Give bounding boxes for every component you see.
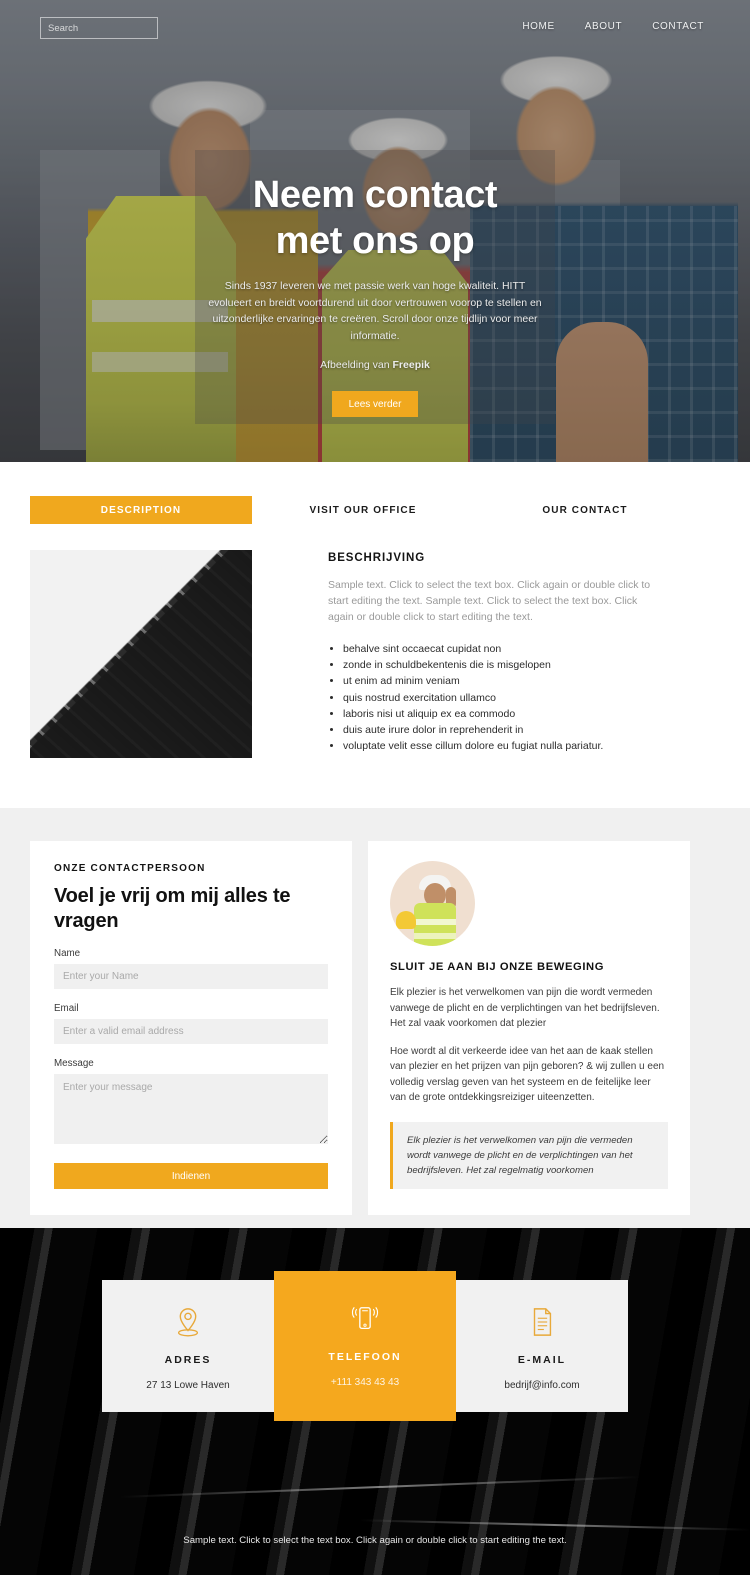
contact-form-card: ONZE CONTACTPERSOON Voel je vrij om mij …	[30, 841, 352, 1215]
contact-card-value: 27 13 Lowe Haven	[146, 1380, 230, 1391]
contact-card-email[interactable]: E-MAIL bedrijf@info.com	[456, 1280, 628, 1412]
email-field-group: Email	[54, 1003, 328, 1044]
contact-card-title: ADRES	[164, 1354, 212, 1366]
movement-card: SLUIT JE AAN BIJ ONZE BEWEGING Elk plezi…	[368, 841, 690, 1215]
vest-stripe	[414, 933, 456, 939]
contact-info-cards: ADRES 27 13 Lowe Haven TELEFOON +111 343…	[102, 1271, 628, 1421]
list-item: laboris nisi ut aliquip ex ea commodo	[343, 706, 720, 722]
search-input[interactable]	[48, 22, 180, 34]
movement-heading: SLUIT JE AAN BIJ ONZE BEWEGING	[390, 961, 605, 973]
top-navigation-bar: HOME ABOUT CONTACT	[0, 0, 750, 56]
list-item: behalve sint occaecat cupidat non	[343, 641, 720, 657]
hero-subtitle: Sinds 1937 leveren we met passie werk va…	[208, 280, 542, 342]
avatar	[390, 861, 475, 946]
name-field-group: Name	[54, 948, 328, 989]
hero-title-line-1: Neem contact	[252, 174, 498, 216]
form-heading: Voel je vrij om mij alles te vragen	[54, 885, 291, 932]
movement-paragraph-1: Elk plezier is het verwelkomen van pijn …	[390, 987, 660, 1029]
form-eyebrow: ONZE CONTACTPERSOON	[54, 863, 206, 874]
main-nav: HOME ABOUT CONTACT	[522, 21, 704, 32]
contact-card-telefoon[interactable]: TELEFOON +111 343 43 43	[274, 1271, 456, 1421]
description-bullet-list: behalve sint occaecat cupidat non zonde …	[328, 641, 720, 754]
list-item: zonde in schuldbekentenis die is misgelo…	[343, 657, 720, 673]
page-title: Neem contact met ons op	[252, 172, 498, 264]
tab-our-contact[interactable]: OUR CONTACT	[474, 496, 696, 524]
message-field-group: Message	[54, 1058, 328, 1149]
message-textarea[interactable]	[54, 1074, 328, 1144]
email-label: Email	[54, 1003, 79, 1014]
description-heading: BESCHRIJVING	[328, 552, 426, 564]
hero-section: HOME ABOUT CONTACT Neem contact met ons …	[0, 0, 750, 462]
movement-quote: Elk plezier is het verwelkomen van pijn …	[390, 1121, 668, 1189]
description-section: DESCRIPTION VISIT OUR OFFICE OUR CONTACT…	[0, 462, 750, 808]
list-item: voluptate velit esse cillum dolore eu fu…	[343, 738, 720, 754]
architecture-image	[30, 550, 252, 758]
search-box[interactable]	[40, 17, 180, 39]
name-input[interactable]	[54, 964, 328, 989]
hero-title-line-2: met ons op	[275, 220, 475, 262]
nav-link-about[interactable]: ABOUT	[585, 21, 622, 32]
credit-prefix: Afbeelding van	[320, 359, 393, 371]
nav-link-contact[interactable]: CONTACT	[652, 21, 704, 32]
list-item: ut enim ad minim veniam	[343, 673, 720, 689]
contact-card-value: +111 343 43 43	[330, 1377, 400, 1388]
mobile-phone-icon	[351, 1306, 379, 1330]
email-input[interactable]	[54, 1019, 328, 1044]
submit-button[interactable]: Indienen	[54, 1163, 328, 1189]
list-item: duis aute irure dolor in reprehenderit i…	[343, 722, 720, 738]
nav-link-home[interactable]: HOME	[522, 21, 554, 32]
name-label: Name	[54, 948, 81, 959]
tab-bar: DESCRIPTION VISIT OUR OFFICE OUR CONTACT	[30, 496, 720, 524]
footer-text: Sample text. Click to select the text bo…	[183, 1535, 567, 1546]
message-label: Message	[54, 1058, 94, 1069]
yellow-hardhat-shape	[396, 911, 416, 929]
document-icon	[533, 1308, 552, 1336]
credit-link[interactable]: Freepik	[393, 359, 430, 371]
tab-description[interactable]: DESCRIPTION	[30, 496, 252, 524]
contact-card-adres[interactable]: ADRES 27 13 Lowe Haven	[102, 1280, 274, 1412]
hero-image-credit: Afbeelding van Freepik	[320, 359, 430, 371]
vest-stripe	[414, 919, 456, 925]
contact-card-value: bedrijf@info.com	[504, 1380, 580, 1391]
list-item: quis nostrud exercitation ullamco	[343, 690, 720, 706]
movement-paragraph-2: Hoe wordt al dit verkeerde idee van het …	[390, 1045, 665, 1104]
description-paragraph: Sample text. Click to select the text bo…	[328, 579, 651, 623]
dark-contact-section: ADRES 27 13 Lowe Haven TELEFOON +111 343…	[0, 1228, 750, 1575]
contact-card-title: TELEFOON	[328, 1351, 402, 1363]
read-more-button[interactable]: Lees verder	[332, 391, 418, 417]
map-pin-icon	[177, 1308, 199, 1337]
tab-visit-our-office[interactable]: VISIT OUR OFFICE	[252, 496, 474, 524]
contact-form-section: ONZE CONTACTPERSOON Voel je vrij om mij …	[0, 808, 750, 1228]
contact-card-title: E-MAIL	[517, 1354, 567, 1366]
